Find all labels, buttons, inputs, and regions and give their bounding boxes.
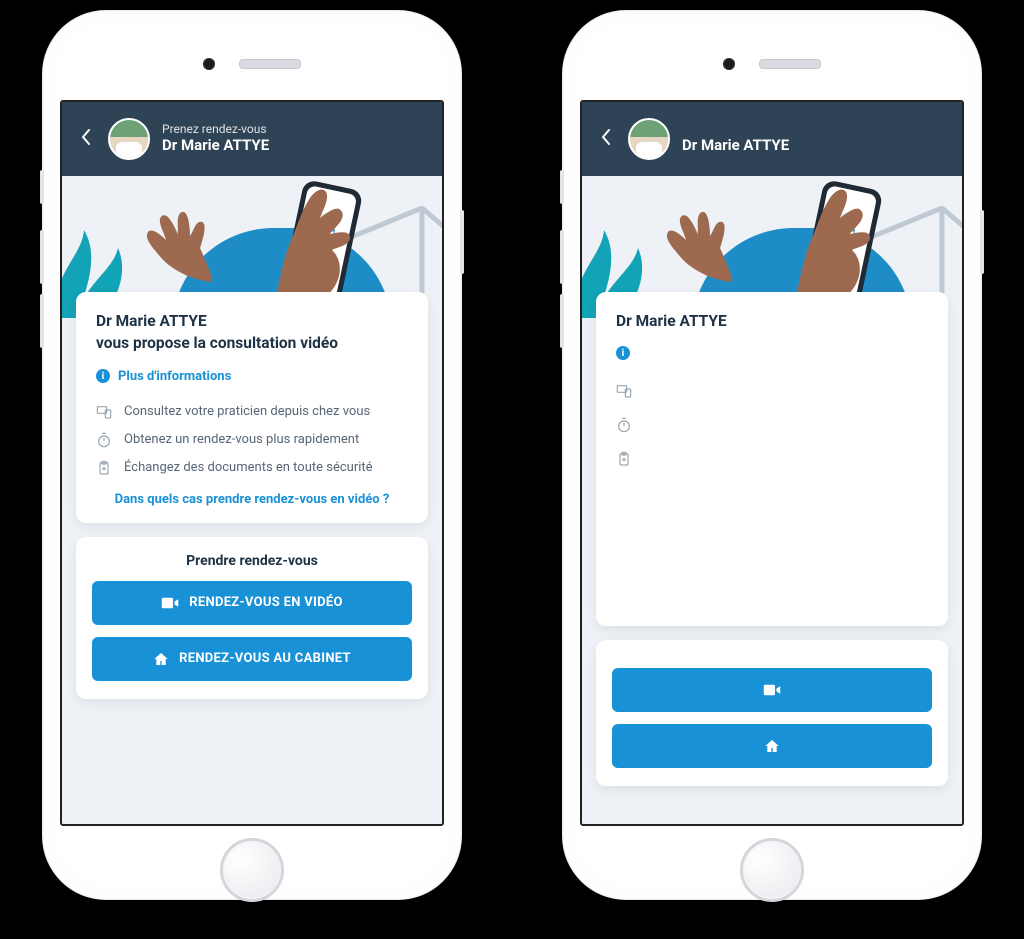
phone-side-button xyxy=(560,294,564,348)
stopwatch-icon xyxy=(616,417,632,433)
phone-mockup-right: Dr Marie ATTYE xyxy=(562,10,982,900)
benefit-item: Obtenez un rendez-vous plus rapidement xyxy=(96,426,408,454)
info-card: Dr Marie ATTYE vous propose la consultat… xyxy=(76,292,428,523)
cta-card: Prendre rendez-vous RENDEZ-VOUS EN VIDÉO… xyxy=(76,537,428,699)
header-pre-title xyxy=(682,122,789,136)
home-icon xyxy=(764,738,780,754)
header-doctor-name: Dr Marie ATTYE xyxy=(162,136,269,156)
clipboard-icon xyxy=(96,460,112,476)
phone-side-button xyxy=(980,210,984,274)
info-icon: i xyxy=(616,346,630,360)
phone-earpiece xyxy=(60,28,444,100)
benefit-item xyxy=(616,442,928,476)
doctor-avatar[interactable] xyxy=(108,118,150,160)
book-office-button[interactable] xyxy=(612,724,932,768)
phone-side-button xyxy=(40,170,44,204)
header-doctor-name: Dr Marie ATTYE xyxy=(682,136,789,156)
devices-icon xyxy=(96,404,112,420)
front-camera-icon xyxy=(203,58,215,70)
speaker-grill-icon xyxy=(759,59,821,69)
book-video-button[interactable]: RENDEZ-VOUS EN VIDÉO xyxy=(92,581,412,625)
video-icon xyxy=(763,684,781,696)
speaker-grill-icon xyxy=(239,59,301,69)
phone-earpiece xyxy=(580,28,964,100)
when-video-link[interactable]: Dans quels cas prendre rendez-vous en vi… xyxy=(96,492,408,507)
phone-side-button xyxy=(460,210,464,274)
card-title: Dr Marie ATTYE xyxy=(616,310,928,332)
book-video-button[interactable] xyxy=(612,668,932,712)
benefit-label: Échangez des documents en toute sécurité xyxy=(124,460,373,475)
header-pre-title: Prenez rendez-vous xyxy=(162,122,269,136)
doctor-avatar[interactable] xyxy=(628,118,670,160)
stopwatch-icon xyxy=(96,432,112,448)
book-video-label: RENDEZ-VOUS EN VIDÉO xyxy=(189,595,343,610)
home-button[interactable] xyxy=(220,838,284,902)
more-info-link[interactable]: i Plus d'informations xyxy=(96,369,408,384)
benefit-label: Consultez votre praticien depuis chez vo… xyxy=(124,404,370,419)
phone-mockup-left: Prenez rendez-vous Dr Marie ATTYE xyxy=(42,10,462,900)
benefit-label: Obtenez un rendez-vous plus rapidement xyxy=(124,432,359,447)
home-button[interactable] xyxy=(740,838,804,902)
info-card: Dr Marie ATTYE i xyxy=(596,292,948,626)
phone-side-button xyxy=(560,170,564,204)
app-header: Dr Marie ATTYE xyxy=(582,102,962,176)
phone-side-button xyxy=(40,294,44,348)
clipboard-icon xyxy=(616,451,632,467)
app-screen: Prenez rendez-vous Dr Marie ATTYE xyxy=(60,100,444,826)
app-header: Prenez rendez-vous Dr Marie ATTYE xyxy=(62,102,442,176)
home-icon xyxy=(153,651,169,667)
app-screen: Dr Marie ATTYE xyxy=(580,100,964,826)
book-office-button[interactable]: RENDEZ-VOUS AU CABINET xyxy=(92,637,412,681)
cta-heading: Prendre rendez-vous xyxy=(92,553,412,569)
front-camera-icon xyxy=(723,58,735,70)
video-icon xyxy=(161,597,179,609)
info-icon: i xyxy=(96,369,110,383)
benefit-item: Consultez votre praticien depuis chez vo… xyxy=(96,398,408,426)
benefit-item: Échangez des documents en toute sécurité xyxy=(96,454,408,482)
devices-icon xyxy=(616,383,632,399)
phone-side-button xyxy=(560,230,564,284)
phone-side-button xyxy=(40,230,44,284)
more-info-link[interactable]: i xyxy=(616,346,928,360)
more-info-label: Plus d'informations xyxy=(118,369,231,384)
benefit-item xyxy=(616,374,928,408)
book-office-label: RENDEZ-VOUS AU CABINET xyxy=(179,651,351,666)
back-icon[interactable] xyxy=(596,129,616,150)
cta-card xyxy=(596,640,948,786)
card-title: Dr Marie ATTYE vous propose la consultat… xyxy=(96,310,408,355)
back-icon[interactable] xyxy=(76,129,96,150)
benefit-item xyxy=(616,408,928,442)
